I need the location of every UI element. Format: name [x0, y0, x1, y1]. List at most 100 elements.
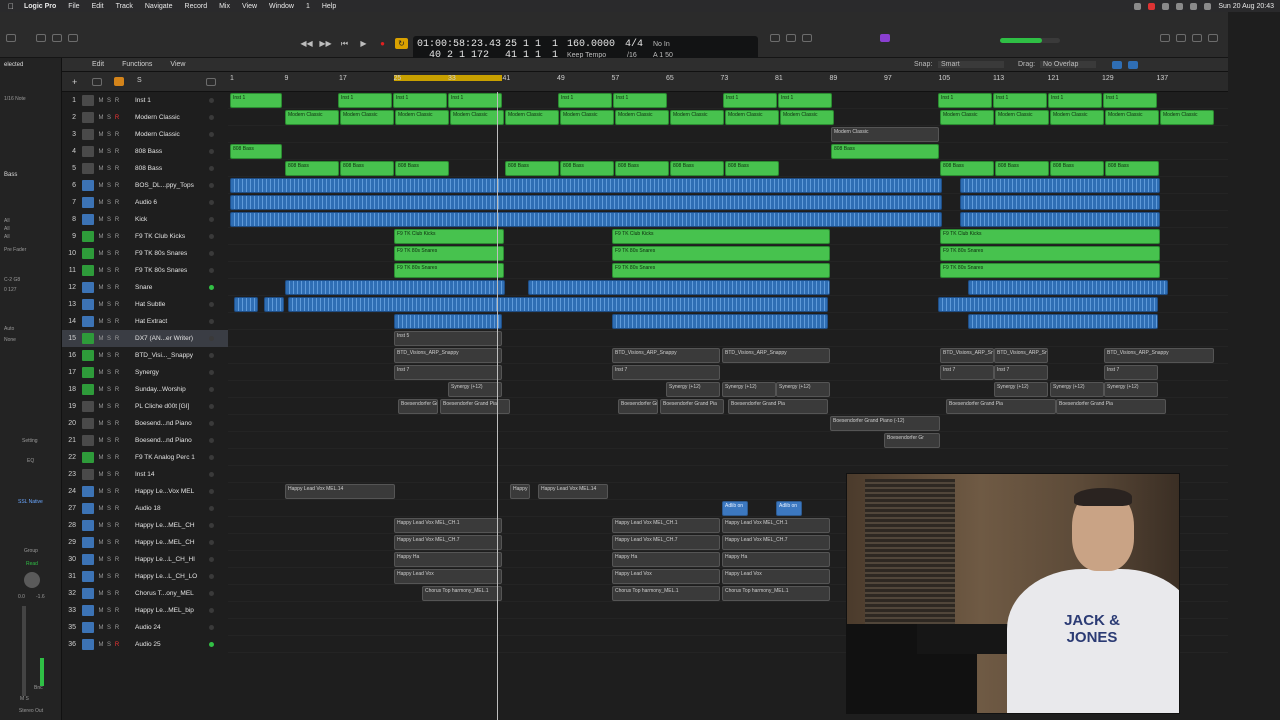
region[interactable]: Synergy (+12)	[448, 382, 502, 397]
track-header[interactable]: 13 M S R Hat Subtle	[62, 296, 228, 313]
region[interactable]: Inst 1	[613, 93, 667, 108]
region[interactable]: Chorus Top harmony_MEL.1	[612, 586, 720, 601]
snap-select[interactable]: Smart	[938, 61, 1004, 68]
region[interactable]: Inst 1	[993, 93, 1047, 108]
audio-region[interactable]	[960, 195, 1160, 210]
region[interactable]: Inst 1	[938, 93, 992, 108]
region[interactable]: Synergy (+12)	[1050, 382, 1104, 397]
track-instrument-icon[interactable]	[82, 588, 94, 599]
cycle-button[interactable]: ↻	[395, 38, 408, 49]
toolbar-icon[interactable]	[68, 34, 78, 42]
region[interactable]: 808 Bass	[395, 161, 449, 176]
track-name[interactable]: Happy Le...MEL_bip	[135, 607, 207, 614]
mute-button[interactable]: M	[97, 438, 105, 444]
track-name[interactable]: Happy Le...MEL_CH	[135, 539, 207, 546]
record-button[interactable]: ●	[376, 38, 389, 49]
record-enable-button[interactable]: R	[113, 302, 121, 308]
region[interactable]: Happy Lead Vox MEL_CH.7	[394, 535, 502, 550]
region[interactable]: Happy Lead Vox MEL_CH.1	[612, 518, 720, 533]
track-header[interactable]: 24 M S R Happy Le...Vox MEL	[62, 483, 228, 500]
apple-icon[interactable]: 	[8, 2, 14, 11]
region[interactable]: F9 TK 80s Snares	[394, 263, 504, 278]
solo-button[interactable]: S	[105, 302, 113, 308]
inspector-auto[interactable]: Auto	[4, 326, 14, 332]
region[interactable]: F9 TK 80s Snares	[940, 263, 1160, 278]
track-name[interactable]: F9 TK Analog Perc 1	[135, 454, 207, 461]
track-name[interactable]: Audio 25	[135, 641, 207, 648]
solo-button[interactable]: S	[105, 285, 113, 291]
volume-fader[interactable]	[22, 606, 26, 696]
track-name[interactable]: Chorus T...ony_MEL	[135, 590, 207, 597]
track-header[interactable]: 22 M S R F9 TK Analog Perc 1	[62, 449, 228, 466]
track-header[interactable]: 4 M S R 808 Bass	[62, 143, 228, 160]
record-enable-button[interactable]: R	[113, 489, 121, 495]
region[interactable]: Modern Classic	[450, 110, 504, 125]
solo-button[interactable]: S	[105, 217, 113, 223]
mute-button[interactable]: M	[97, 319, 105, 325]
region[interactable]: 808 Bass	[285, 161, 339, 176]
record-enable-button[interactable]: R	[113, 115, 121, 121]
track-options-icon[interactable]	[206, 78, 216, 86]
count-in-icon[interactable]	[786, 34, 796, 42]
track-name[interactable]: Snare	[135, 284, 207, 291]
zoom-icon[interactable]	[1128, 61, 1138, 69]
menu-mix[interactable]: Mix	[219, 3, 230, 10]
audio-region[interactable]	[234, 297, 258, 312]
mute-button[interactable]: M	[97, 591, 105, 597]
mute-button[interactable]: M	[97, 234, 105, 240]
audio-region[interactable]	[285, 280, 505, 295]
region[interactable]: Boesendorfer Grand Pia	[728, 399, 828, 414]
region[interactable]: Boesendorfer Grand Pia	[440, 399, 510, 414]
audio-region[interactable]	[230, 195, 942, 210]
record-enable-button[interactable]: R	[113, 591, 121, 597]
inspector-all-2[interactable]: All	[4, 226, 10, 232]
region[interactable]: Happy Lead Vox	[394, 569, 502, 584]
track-header[interactable]: 17 M S R Synergy	[62, 364, 228, 381]
track-header[interactable]: 11 M S R F9 TK 80s Snares	[62, 262, 228, 279]
track-instrument-icon[interactable]	[82, 520, 94, 531]
region[interactable]: Inst 1	[778, 93, 832, 108]
record-enable-button[interactable]: R	[113, 285, 121, 291]
region[interactable]: 808 Bass	[615, 161, 669, 176]
mute-button[interactable]: M	[97, 251, 105, 257]
record-enable-button[interactable]: R	[113, 370, 121, 376]
track-lane[interactable]	[228, 364, 1228, 381]
region[interactable]: 808 Bass	[940, 161, 994, 176]
solo-button[interactable]: S	[105, 268, 113, 274]
notes-icon[interactable]	[1176, 34, 1186, 42]
audio-region[interactable]	[960, 178, 1160, 193]
region[interactable]: F9 TK 80s Snares	[940, 246, 1160, 261]
record-enable-button[interactable]: R	[113, 166, 121, 172]
region[interactable]: Inst 1	[1103, 93, 1157, 108]
track-name[interactable]: Audio 24	[135, 624, 207, 631]
solo-button[interactable]: S	[105, 251, 113, 257]
track-name[interactable]: Hat Subtle	[135, 301, 207, 308]
track-header[interactable]: 14 M S R Hat Extract	[62, 313, 228, 330]
record-enable-button[interactable]: R	[113, 268, 121, 274]
record-enable-button[interactable]: R	[113, 336, 121, 342]
record-status-icon[interactable]	[1148, 2, 1156, 10]
region[interactable]: Chorus Top harmony_MEL.1	[422, 586, 502, 601]
region[interactable]: Boesendorfer Grand Pia	[946, 399, 1056, 414]
track-instrument-icon[interactable]	[82, 180, 94, 191]
track-name[interactable]: Boesend...nd Piano	[135, 437, 207, 444]
region[interactable]: BTD_Visions_ARP_Snappy	[994, 348, 1048, 363]
track-instrument-icon[interactable]	[82, 350, 94, 361]
record-enable-button[interactable]: R	[113, 523, 121, 529]
track-instrument-icon[interactable]	[82, 197, 94, 208]
track-header[interactable]: 20 M S R Boesend...nd Piano	[62, 415, 228, 432]
mute-button[interactable]: M	[97, 642, 105, 648]
track-name[interactable]: Happy Le...L_CH_LO	[135, 573, 207, 580]
track-name[interactable]: Modern Classic	[135, 114, 207, 121]
region[interactable]: 808 Bass	[340, 161, 394, 176]
battery-icon[interactable]	[1190, 2, 1198, 10]
region[interactable]: 808 Bass	[1105, 161, 1159, 176]
play-button[interactable]: ▶	[357, 38, 370, 49]
region[interactable]: 808 Bass	[1050, 161, 1104, 176]
track-instrument-icon[interactable]	[82, 571, 94, 582]
bar-ruler[interactable]: 1 9 17 25 33 41 49 57 65 73 81 89 97 105 113 121 129 137	[228, 72, 1228, 92]
mute-button[interactable]: M	[97, 285, 105, 291]
track-name[interactable]: Inst 14	[135, 471, 207, 478]
pan-knob[interactable]	[24, 572, 40, 588]
region[interactable]: Inst 1	[448, 93, 502, 108]
